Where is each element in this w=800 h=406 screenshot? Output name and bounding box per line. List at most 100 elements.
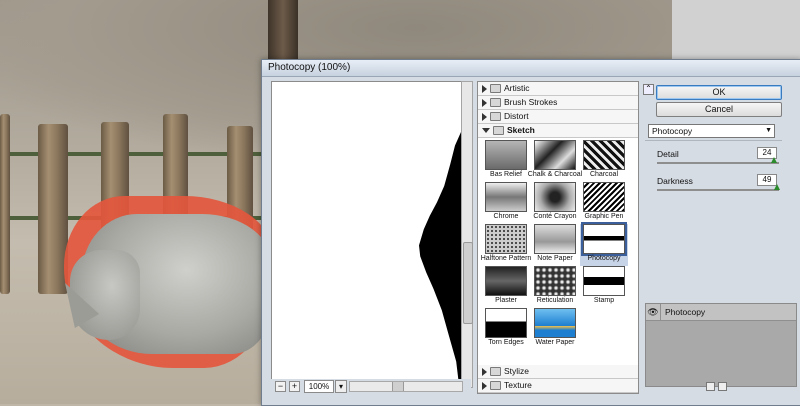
- filter-chalk-charcoal[interactable]: Chalk & Charcoal: [527, 140, 583, 182]
- category-distort[interactable]: Distort: [478, 110, 638, 124]
- filter-label: Reticulation: [536, 297, 574, 304]
- filter-photocopy[interactable]: Photocopy: [580, 222, 628, 266]
- filter-label: Water Paper: [535, 339, 575, 346]
- ok-button[interactable]: OK: [656, 85, 782, 100]
- background-grey-panel: [672, 0, 800, 60]
- filter-graphic-pen[interactable]: Graphic Pen: [580, 182, 628, 224]
- chevron-down-icon: ▼: [765, 127, 772, 134]
- filter-thumbnail: [583, 140, 625, 170]
- detail-slider-knob[interactable]: [771, 157, 778, 163]
- category-stylize[interactable]: Stylize: [478, 365, 638, 379]
- filter-label: Note Paper: [537, 255, 573, 262]
- filter-thumbnail: [485, 140, 527, 170]
- filter-label: Stamp: [593, 297, 615, 304]
- filter-thumbnail: [534, 140, 576, 170]
- filter-note-paper[interactable]: Note Paper: [531, 224, 579, 266]
- folder-icon: [490, 367, 501, 376]
- preview-zoom-bar: − + 100% ▾: [271, 379, 471, 393]
- darkness-slider-knob[interactable]: [773, 184, 780, 190]
- filter-thumbnail: [583, 182, 625, 212]
- gallery-bottom-categories: Stylize Texture: [478, 365, 638, 393]
- expand-triangle-icon: [482, 98, 487, 107]
- filter-label: Halftone Pattern: [480, 255, 532, 262]
- filter-gallery-dialog: Photocopy (100%) − + 100% ▾ Artistic Bru…: [261, 59, 800, 406]
- collapse-triangle-icon: [482, 128, 490, 133]
- zoom-in-button[interactable]: +: [289, 381, 300, 392]
- filter-settings-panel: Detail 24 Darkness 49: [645, 140, 782, 296]
- filter-thumbnail: [485, 182, 527, 212]
- filter-reticulation[interactable]: Reticulation: [531, 266, 579, 308]
- folder-icon: [490, 112, 501, 121]
- folder-icon: [490, 381, 501, 390]
- folder-icon: [490, 84, 501, 93]
- expand-triangle-icon: [482, 84, 487, 93]
- preview-vertical-scroll-thumb[interactable]: [463, 242, 473, 324]
- filter-select-value: Photocopy: [652, 126, 693, 136]
- filter-label: Photocopy: [587, 255, 621, 262]
- new-effect-layer-button[interactable]: [706, 382, 715, 391]
- filter-label: Chrome: [493, 213, 519, 220]
- filter-thumbnail: [534, 182, 576, 212]
- filter-charcoal[interactable]: Charcoal: [580, 140, 628, 182]
- filter-torn-edges[interactable]: Torn Edges: [482, 308, 530, 350]
- filter-label: Charcoal: [589, 171, 618, 178]
- zoom-out-button[interactable]: −: [275, 381, 286, 392]
- filter-thumbnail: [581, 222, 627, 256]
- filter-label: Chalk & Charcoal: [527, 171, 583, 178]
- filter-thumbnail: [534, 224, 576, 254]
- category-label: Texture: [504, 380, 532, 390]
- filter-thumbnail: [485, 266, 527, 296]
- preview-horizontal-scrollbar[interactable]: [349, 381, 463, 392]
- detail-slider-track[interactable]: [657, 162, 779, 164]
- preview-photocopy-shape: [419, 132, 461, 387]
- category-label: Brush Strokes: [504, 97, 558, 107]
- fence-post: [0, 114, 10, 294]
- filter-label: Conté Crayon: [533, 213, 577, 220]
- preview-vertical-scrollbar[interactable]: [461, 81, 473, 388]
- cancel-button[interactable]: Cancel: [656, 102, 782, 117]
- category-label: Artistic: [504, 83, 530, 93]
- folder-icon: [493, 126, 504, 135]
- filter-label: Plaster: [495, 297, 517, 304]
- category-label: Stylize: [504, 366, 530, 376]
- collapse-gallery-button[interactable]: ⌃: [643, 84, 654, 95]
- filter-conte-crayon[interactable]: Conté Crayon: [531, 182, 579, 224]
- filter-halftone-pattern[interactable]: Halftone Pattern: [480, 224, 532, 266]
- filter-thumbnail: [485, 224, 527, 254]
- eye-icon[interactable]: 👁: [646, 304, 661, 320]
- expand-triangle-icon: [482, 112, 487, 121]
- filter-label: Graphic Pen: [584, 213, 624, 220]
- preview-canvas[interactable]: [271, 81, 462, 388]
- detail-label: Detail: [657, 149, 679, 159]
- expand-triangle-icon: [482, 381, 487, 390]
- category-label: Distort: [504, 111, 529, 121]
- background-tree-trunk: [268, 0, 298, 60]
- filter-label: Torn Edges: [488, 339, 524, 346]
- filter-water-paper[interactable]: Water Paper: [531, 308, 579, 350]
- filter-thumbnail: [583, 266, 625, 296]
- filter-thumbnail: [485, 308, 527, 338]
- filter-bas-relief[interactable]: Bas Relief: [482, 140, 530, 182]
- filter-stamp[interactable]: Stamp: [580, 266, 628, 308]
- preview-horizontal-scroll-thumb[interactable]: [392, 382, 404, 391]
- darkness-label: Darkness: [657, 176, 693, 186]
- filter-plaster[interactable]: Plaster: [482, 266, 530, 308]
- darkness-slider-track[interactable]: [657, 189, 779, 191]
- filter-chrome[interactable]: Chrome: [482, 182, 530, 224]
- zoom-dropdown-button[interactable]: ▾: [335, 380, 347, 393]
- category-brush-strokes[interactable]: Brush Strokes: [478, 96, 638, 110]
- expand-triangle-icon: [482, 367, 487, 376]
- sketch-filter-thumbnails: Bas Relief Chalk & Charcoal Charcoal Chr…: [478, 138, 638, 350]
- filter-select-dropdown[interactable]: Photocopy ▼: [648, 124, 775, 138]
- folder-icon: [490, 98, 501, 107]
- category-sketch[interactable]: Sketch: [478, 124, 638, 138]
- dialog-title: Photocopy (100%): [262, 60, 800, 77]
- filter-gallery-list: Artistic Brush Strokes Distort Sketch Ba…: [477, 81, 639, 394]
- delete-effect-layer-button[interactable]: [718, 382, 727, 391]
- effect-layer-row[interactable]: 👁 Photocopy: [646, 304, 796, 321]
- effect-layers-panel: 👁 Photocopy: [645, 303, 797, 387]
- filter-thumbnail: [534, 266, 576, 296]
- category-artistic[interactable]: Artistic: [478, 82, 638, 96]
- zoom-level-field[interactable]: 100%: [304, 380, 334, 393]
- category-texture[interactable]: Texture: [478, 379, 638, 393]
